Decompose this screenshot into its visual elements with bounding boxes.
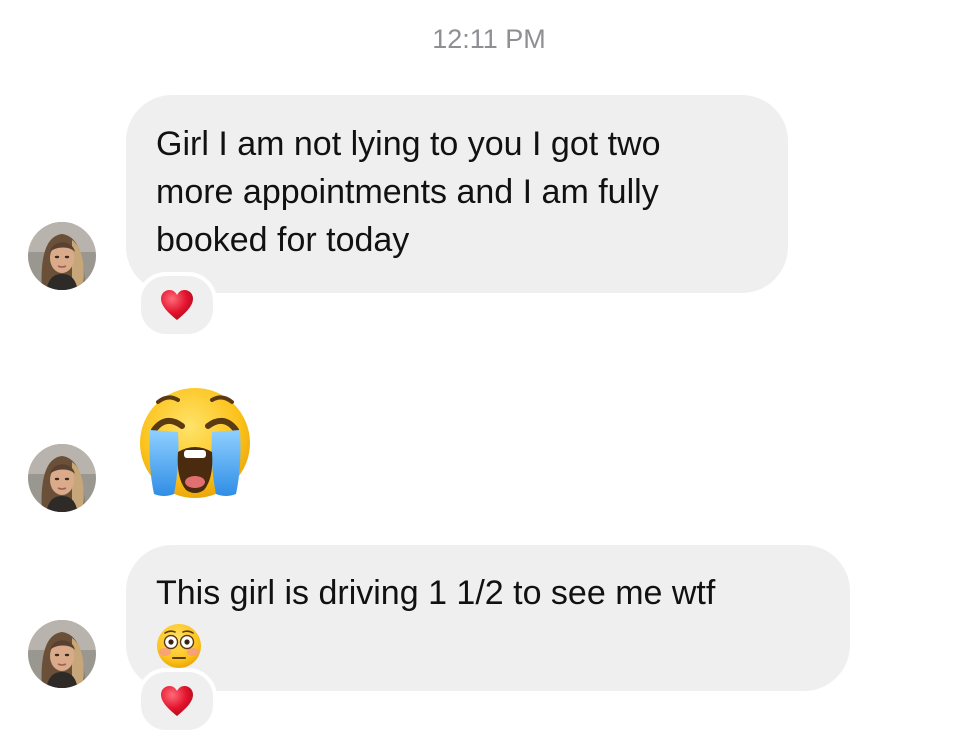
crying-emoji-message[interactable] [134,386,256,502]
message-bubble[interactable]: Girl I am not lying to you I got two mor… [126,95,788,293]
avatar-photo [28,444,96,512]
red-heart-icon [161,290,193,320]
flushed-face-icon [157,624,201,668]
message-text: This girl is driving 1 1/2 to see me wtf [156,574,716,612]
message-bubble[interactable]: This girl is driving 1 1/2 to see me wtf [126,545,850,691]
contact-avatar[interactable] [28,444,96,512]
message-timestamp: 12:11 PM [432,24,546,54]
avatar-photo [28,620,96,688]
contact-avatar[interactable] [28,222,96,290]
contact-avatar[interactable] [28,620,96,688]
avatar-photo [28,222,96,290]
red-heart-icon [161,686,193,716]
heart-reaction[interactable] [137,668,217,734]
heart-reaction[interactable] [137,272,217,338]
loudly-crying-face-icon [140,388,250,498]
message-text: Girl I am not lying to you I got two mor… [156,125,661,259]
